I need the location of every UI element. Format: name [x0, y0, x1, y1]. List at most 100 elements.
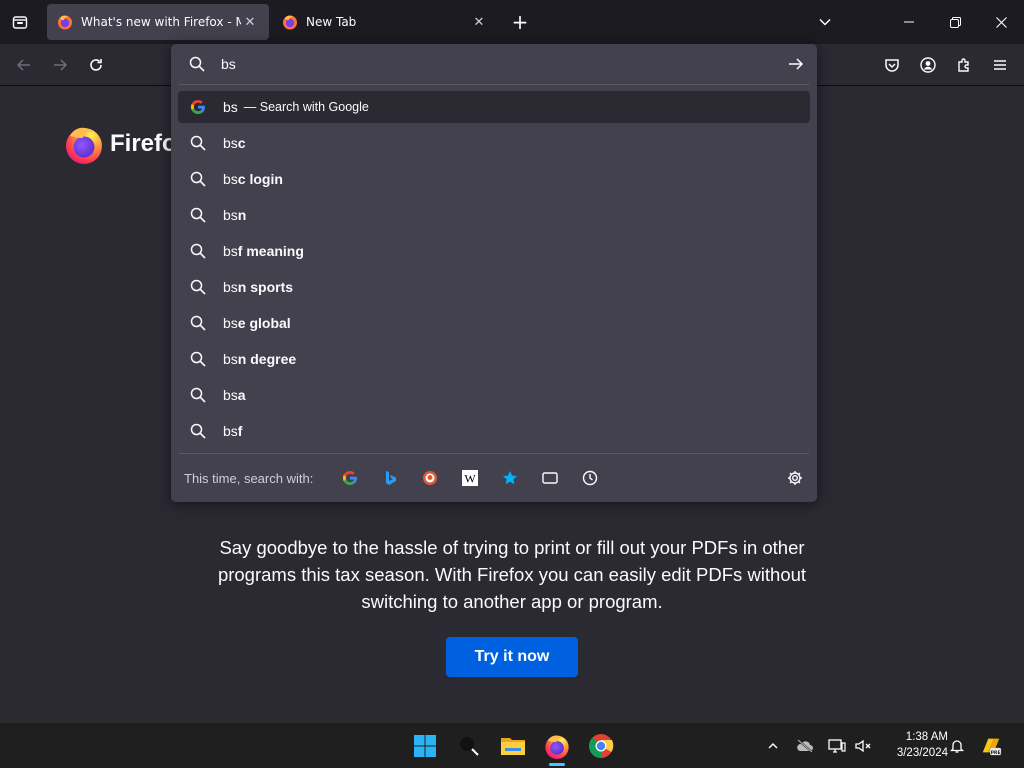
firefox-taskbar-button[interactable] — [542, 731, 572, 761]
network-button[interactable] — [826, 735, 848, 757]
duckduckgo-icon[interactable] — [419, 467, 441, 489]
suggestion-row[interactable]: bs f meaning — [178, 235, 810, 267]
suggestion-typed: bs — [223, 387, 238, 403]
suggestion-completion: f — [237, 423, 243, 439]
suggestion-completion: f meaning — [237, 243, 304, 259]
suggestion-typed: bs — [223, 279, 238, 295]
search-icon — [190, 243, 206, 259]
one-off-label: This time, search with: — [184, 471, 314, 486]
reload-button[interactable] — [80, 49, 112, 81]
history-icon[interactable] — [579, 467, 601, 489]
extensions-button[interactable] — [946, 49, 982, 81]
chrome-icon — [589, 734, 614, 758]
suggestion-typed: bs — [223, 207, 238, 223]
urlbar-dropdown: bs bs — Search with Google bs c bs c login b… — [171, 44, 817, 502]
network-icon — [828, 739, 846, 753]
divider — [179, 453, 809, 454]
back-button[interactable] — [8, 49, 40, 81]
onedrive-button[interactable] — [794, 735, 816, 757]
bookmarks-icon[interactable] — [499, 467, 521, 489]
speaker-muted-icon — [855, 739, 871, 753]
tab-title: What's new with Firefox - More — [81, 15, 241, 29]
search-icon — [190, 207, 206, 223]
suggestion-typed: bs — [223, 423, 238, 439]
google-icon — [190, 99, 206, 115]
wikipedia-icon[interactable]: W — [459, 467, 481, 489]
clock-time: 1:38 AM — [905, 731, 948, 743]
firefox-view-button[interactable] — [0, 0, 40, 44]
suggestion-completion: c — [237, 135, 246, 151]
suggestion-completion: a — [237, 387, 246, 403]
suggestion-row[interactable]: bs n degree — [178, 343, 810, 375]
svg-text:W: W — [464, 472, 476, 486]
suggestion-row[interactable]: bs e global — [178, 307, 810, 339]
suggestion-typed: bs — [223, 243, 238, 259]
search-icon — [460, 737, 479, 756]
close-tab-icon[interactable]: ✕ — [470, 13, 488, 31]
heuristic-typed: bs — [223, 99, 238, 115]
account-button[interactable] — [910, 49, 946, 81]
copilot-button[interactable]: PRE — [980, 735, 1002, 757]
chrome-taskbar-button[interactable] — [586, 731, 616, 761]
suggestion-row[interactable]: bs f — [178, 415, 810, 447]
file-explorer-button[interactable] — [498, 731, 528, 761]
tab-whats-new[interactable]: What's new with Firefox - More ✕ — [47, 4, 269, 40]
restore-button[interactable] — [932, 0, 978, 44]
bing-icon[interactable] — [379, 467, 401, 489]
close-icon — [995, 16, 1007, 28]
restore-icon — [949, 16, 961, 28]
search-icon — [190, 315, 206, 331]
notifications-button[interactable] — [946, 735, 968, 757]
suggestion-typed: bs — [223, 135, 238, 151]
new-tab-button[interactable]: + — [504, 6, 536, 38]
firefox-view-icon — [12, 16, 28, 29]
volume-button[interactable] — [852, 735, 874, 757]
clock-date: 3/23/2024 — [896, 747, 948, 759]
account-icon — [920, 57, 936, 73]
tabs-icon[interactable] — [539, 467, 561, 489]
suggestion-row[interactable]: bs n sports — [178, 271, 810, 303]
suggestion-row[interactable]: bs c login — [178, 163, 810, 195]
svg-text:PRE: PRE — [991, 750, 1001, 756]
cloud-offline-icon — [797, 739, 813, 753]
suggestion-row[interactable]: bs n — [178, 199, 810, 231]
back-arrow-icon — [16, 59, 30, 71]
list-all-tabs-button[interactable] — [802, 0, 848, 44]
hamburger-menu-icon — [994, 60, 1006, 70]
heuristic-result[interactable]: bs — Search with Google — [178, 91, 810, 123]
urlbar-input[interactable]: bs — [171, 44, 817, 84]
tab-new-tab[interactable]: New Tab ✕ — [272, 4, 498, 40]
pocket-button[interactable] — [874, 49, 910, 81]
heuristic-action: — Search with Google — [243, 100, 369, 114]
suggestion-completion: n degree — [237, 351, 297, 367]
suggestion-row[interactable]: bs c — [178, 127, 810, 159]
minimize-button[interactable] — [886, 0, 932, 44]
reload-icon — [90, 59, 102, 71]
suggestion-completion: c login — [237, 171, 283, 187]
start-button[interactable] — [410, 731, 440, 761]
clock[interactable]: 1:38 AM 3/23/2024 — [878, 729, 948, 761]
show-hidden-icons-button[interactable] — [762, 735, 784, 757]
try-it-now-button[interactable]: Try it now — [446, 637, 578, 677]
chevron-down-icon — [819, 18, 831, 26]
search-icon — [190, 171, 206, 187]
search-taskbar-button[interactable] — [454, 731, 484, 761]
divider — [179, 84, 809, 85]
suggestion-row[interactable]: bs a — [178, 379, 810, 411]
app-menu-button[interactable] — [982, 49, 1018, 81]
suggestion-completion: e global — [237, 315, 291, 331]
search-settings-button[interactable] — [784, 467, 806, 489]
suggestion-typed: bs — [223, 171, 238, 187]
close-window-button[interactable] — [978, 0, 1024, 44]
close-tab-icon[interactable]: ✕ — [241, 13, 259, 31]
promo-text: Say goodbye to the hassle of trying to p… — [217, 537, 807, 612]
forward-button[interactable] — [44, 49, 76, 81]
plus-icon: + — [511, 10, 529, 34]
google-icon[interactable] — [339, 467, 361, 489]
taskbar: 1:38 AM 3/23/2024 PRE — [0, 722, 1024, 768]
folder-icon — [501, 738, 525, 755]
go-arrow-icon[interactable] — [787, 55, 805, 73]
minimize-icon — [904, 21, 914, 23]
puzzle-piece-icon — [958, 58, 969, 72]
search-icon — [189, 56, 205, 72]
